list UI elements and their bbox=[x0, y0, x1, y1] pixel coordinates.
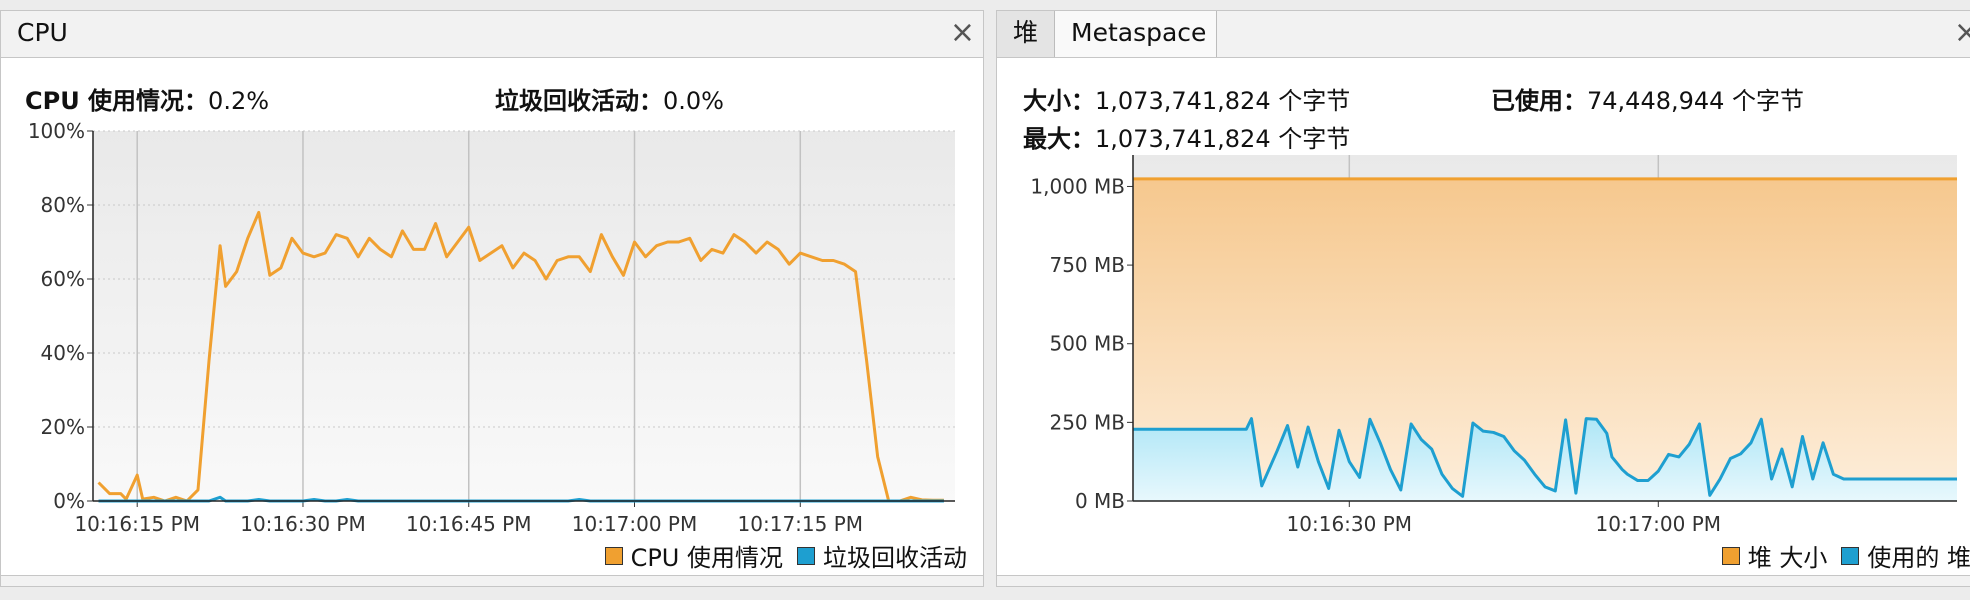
legend-item-gc: 垃圾回收活动 bbox=[797, 538, 967, 573]
heap-size-value: 1,073,741,824 个字节 bbox=[1095, 87, 1351, 115]
y-tick-label: 20% bbox=[41, 415, 85, 439]
x-tick-label: 10:16:30 PM bbox=[240, 512, 366, 536]
x-tick-label: 10:16:30 PM bbox=[1287, 512, 1413, 536]
y-tick-label: 0 MB bbox=[1075, 489, 1125, 513]
legend-label-heap-size: 堆 大小 bbox=[1747, 544, 1828, 572]
legend-item-heap-size: 堆 大小 bbox=[1721, 538, 1828, 573]
y-tick-label: 40% bbox=[41, 341, 85, 365]
cpu-panel: CPU × CPU 使用情况：0.2% 垃圾回收活动：0.0% 0% 20% 40%… bbox=[0, 10, 984, 587]
heap-used-value: 74,448,944 个字节 bbox=[1587, 87, 1805, 115]
x-tick-label: 10:16:45 PM bbox=[406, 512, 532, 536]
y-tick-label: 500 MB bbox=[1049, 332, 1125, 356]
legend-item-cpu: CPU 使用情况 bbox=[604, 538, 783, 573]
heap-panel: 堆 Metaspace × 大小：1,073,741,824 个字节 已使用：7… bbox=[996, 10, 1970, 587]
cpu-chart: 0% 20% 40% 60% 80% 100% 10:16:15 PM 10:16:30 PM… bbox=[28, 119, 955, 536]
legend-label-cpu: CPU 使用情况 bbox=[630, 544, 783, 572]
legend-swatch-heap-used bbox=[1841, 546, 1860, 565]
heap-size-stat: 大小：1,073,741,824 个字节 bbox=[1023, 81, 1350, 116]
panel-bottom-strip bbox=[997, 575, 1970, 586]
y-tick-label: 250 MB bbox=[1049, 410, 1125, 434]
legend-swatch-heap-size bbox=[1721, 546, 1740, 565]
cpu-legend: CPU 使用情况 垃圾回收活动 bbox=[591, 538, 967, 573]
legend-swatch-cpu bbox=[604, 546, 623, 565]
tab-cpu[interactable]: CPU bbox=[1, 11, 84, 57]
legend-item-heap-used: 使用的 堆 bbox=[1841, 538, 1970, 573]
plot-background bbox=[93, 131, 955, 501]
heap-used-stat: 已使用：74,448,944 个字节 bbox=[1491, 81, 1804, 116]
legend-label-heap-used: 使用的 堆 bbox=[1867, 544, 1970, 572]
close-icon[interactable]: × bbox=[1954, 17, 1970, 49]
tab-heap[interactable]: 堆 bbox=[997, 11, 1055, 57]
legend-swatch-gc bbox=[797, 546, 815, 565]
x-tick-label: 10:16:15 PM bbox=[74, 512, 200, 536]
close-icon[interactable]: × bbox=[950, 17, 975, 49]
y-tick-label: 750 MB bbox=[1049, 253, 1125, 277]
heap-size-label: 大小： bbox=[1023, 87, 1095, 115]
heap-legend: 堆 大小 使用的 堆 bbox=[1708, 538, 1970, 573]
x-tick-label: 10:17:00 PM bbox=[572, 512, 698, 536]
legend-label-gc: 垃圾回收活动 bbox=[823, 544, 967, 572]
cpu-tab-bar: CPU × bbox=[1, 11, 983, 58]
y-tick-label: 60% bbox=[41, 267, 85, 291]
heap-tab-bar: 堆 Metaspace × bbox=[997, 11, 1970, 58]
tab-metaspace[interactable]: Metaspace bbox=[1055, 11, 1217, 57]
x-tick-label: 10:17:00 PM bbox=[1596, 512, 1722, 536]
heap-used-label: 已使用： bbox=[1491, 87, 1587, 115]
y-tick-label: 1,000 MB bbox=[1030, 174, 1125, 198]
x-tick-label: 10:17:15 PM bbox=[738, 512, 864, 536]
heap-chart: 0 MB 250 MB 500 MB 750 MB 1,000 MB 10:16:30 P… bbox=[1030, 155, 1957, 536]
panel-bottom-strip bbox=[1, 575, 983, 586]
y-tick-label: 100% bbox=[28, 119, 85, 143]
y-tick-label: 0% bbox=[53, 489, 85, 513]
y-tick-label: 80% bbox=[41, 193, 85, 217]
